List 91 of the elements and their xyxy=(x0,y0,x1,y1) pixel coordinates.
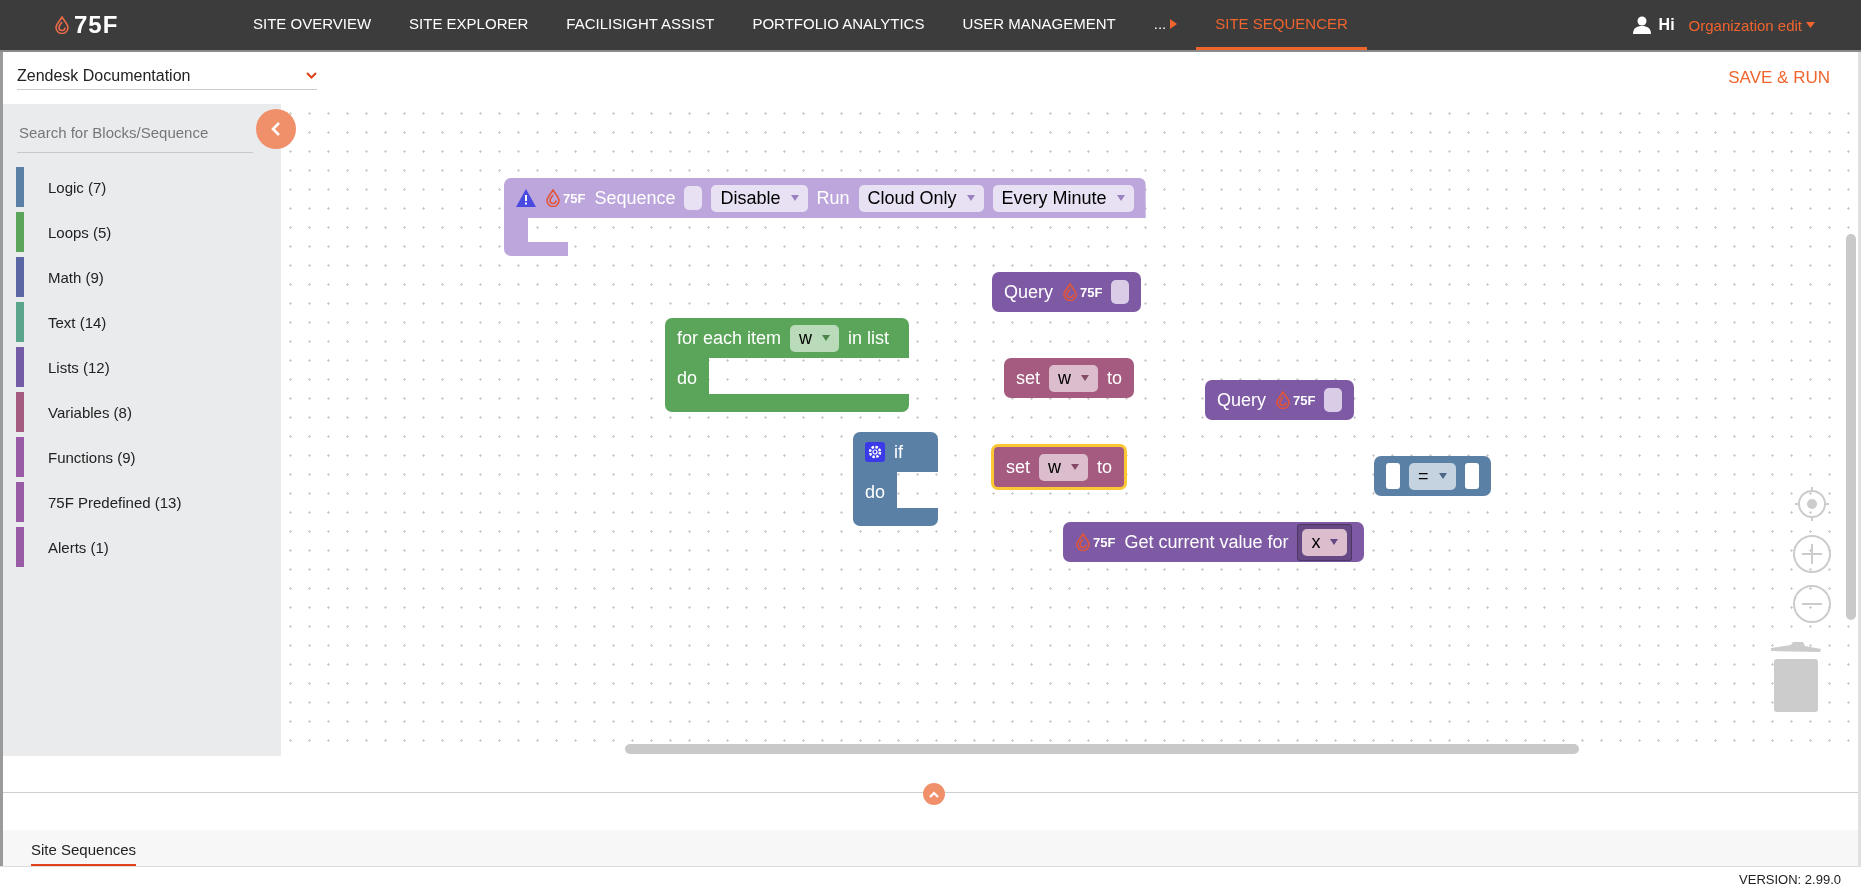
category-item[interactable]: Lists (12) xyxy=(48,358,110,376)
variable-dropdown[interactable]: x xyxy=(1302,528,1348,556)
site-dropdown[interactable]: Zendesk Documentation xyxy=(17,66,317,90)
nav-tab[interactable]: SITE EXPLORER xyxy=(390,0,548,50)
vertical-scrollbar[interactable] xyxy=(1846,234,1856,620)
compare-block[interactable]: = xyxy=(1374,456,1491,496)
nav-tab[interactable]: PORTFOLIO ANALYTICS xyxy=(733,0,944,50)
caret-icon xyxy=(1806,22,1815,28)
category-item[interactable]: Logic (7) xyxy=(48,178,107,196)
block-label: in list xyxy=(848,327,890,349)
query-block[interactable]: Query 75F xyxy=(992,272,1142,312)
caret-icon xyxy=(1081,375,1089,381)
drop-logo-icon xyxy=(1075,533,1091,551)
block-label: do xyxy=(677,367,698,389)
caret-icon xyxy=(1438,473,1447,479)
block-label: for each item xyxy=(677,327,782,349)
category-item[interactable]: Math (9) xyxy=(48,268,104,286)
if-block[interactable]: if do xyxy=(853,432,938,526)
category-item[interactable]: Text (14) xyxy=(48,313,107,331)
nav-tab[interactable]: SITE OVERVIEW xyxy=(234,0,391,50)
search-field[interactable]: Search for Blocks/Sequence xyxy=(17,112,253,153)
dropdown-field[interactable]: Disable xyxy=(711,184,808,212)
chevron-left-icon xyxy=(271,122,281,136)
set-variable-block[interactable]: set w to xyxy=(1004,358,1135,398)
expand-panel-button[interactable] xyxy=(923,783,945,805)
category-item[interactable]: Loops (5) xyxy=(48,223,112,241)
block-label: Query xyxy=(1217,389,1267,411)
logo-text: 75F xyxy=(1080,284,1103,300)
block-label: Get current value for xyxy=(1124,531,1289,553)
more-menu[interactable]: ... xyxy=(1134,0,1197,50)
logo-icon xyxy=(54,16,70,34)
chevron-icon xyxy=(306,72,317,79)
chevron-up-icon xyxy=(929,790,939,798)
input-slot[interactable] xyxy=(1111,280,1130,304)
collapse-sidebar-button[interactable] xyxy=(256,109,296,149)
block-label: set xyxy=(1006,456,1030,478)
logo-text: 75F xyxy=(74,11,119,39)
caret-icon xyxy=(1071,464,1079,470)
block-label: Sequence xyxy=(594,187,676,209)
input-socket[interactable] xyxy=(1386,463,1400,489)
caret-icon xyxy=(790,195,799,201)
logo-text: 75F xyxy=(1293,392,1316,408)
nav-tab[interactable]: FACILISIGHT ASSIST xyxy=(547,0,734,50)
category-item[interactable]: Alerts (1) xyxy=(48,538,109,556)
trash-icon[interactable] xyxy=(1770,641,1822,713)
block-label: do xyxy=(865,481,886,503)
category-item[interactable]: Functions (9) xyxy=(48,448,136,466)
zoom-out-icon[interactable] xyxy=(1792,584,1832,624)
category-item[interactable]: Variables (8) xyxy=(48,403,132,421)
set-variable-block[interactable]: set w to xyxy=(991,444,1128,490)
input-slot[interactable] xyxy=(1324,388,1343,412)
dropdown-field[interactable]: w xyxy=(1039,453,1088,481)
logo-text: 75F xyxy=(563,190,586,206)
drop-logo-icon xyxy=(1275,391,1292,409)
dropdown-field[interactable]: Every Minute xyxy=(992,184,1134,212)
user-icon[interactable] xyxy=(1632,16,1651,34)
get-value-block[interactable]: 75F Get current value for x xyxy=(1063,522,1365,562)
dropdown-field[interactable]: = xyxy=(1409,462,1456,490)
recenter-icon[interactable] xyxy=(1792,484,1832,524)
drop-logo-icon xyxy=(545,189,561,207)
category-item[interactable]: 75F Predefined (13) xyxy=(48,493,182,511)
block-label: Run xyxy=(816,187,850,209)
input-socket[interactable] xyxy=(1464,463,1479,489)
dropdown-field[interactable]: Cloud Only xyxy=(858,184,984,212)
caret-icon xyxy=(1116,195,1125,201)
query-block[interactable]: Query 75F xyxy=(1205,380,1355,420)
block-label: to xyxy=(1107,367,1123,389)
loop-block[interactable]: for each item w in list do xyxy=(665,318,909,412)
caret-icon xyxy=(1170,18,1178,29)
panel-tab[interactable]: Site Sequences xyxy=(31,841,137,866)
drop-logo-icon xyxy=(1062,283,1079,301)
dropdown-field[interactable]: w xyxy=(1049,364,1098,392)
nav-tab[interactable]: USER MANAGEMENT xyxy=(943,0,1135,50)
version-text: VERSION: 2.99.0 xyxy=(1739,871,1841,886)
input-slot[interactable] xyxy=(684,186,703,210)
horizontal-scrollbar[interactable] xyxy=(625,744,1579,754)
logo-text: 75F xyxy=(1093,534,1116,550)
block-label: to xyxy=(1097,456,1113,478)
gear-icon[interactable] xyxy=(865,442,885,462)
caret-icon xyxy=(1330,539,1339,545)
greeting-text: Hi xyxy=(1658,16,1675,34)
warning-icon[interactable] xyxy=(516,189,536,207)
block-label: set xyxy=(1016,367,1040,389)
zoom-in-icon[interactable] xyxy=(1792,534,1832,574)
block-label: Query xyxy=(1004,281,1054,303)
dropdown-field[interactable]: w xyxy=(790,324,840,352)
sequence-block[interactable]: 75F Sequence Disable Run Cloud Only Every Minute xyxy=(504,178,1146,256)
user-menu[interactable]: Organization edit xyxy=(1682,15,1821,35)
caret-icon xyxy=(822,335,831,341)
caret-icon xyxy=(966,195,975,201)
block-label: if xyxy=(894,441,903,463)
